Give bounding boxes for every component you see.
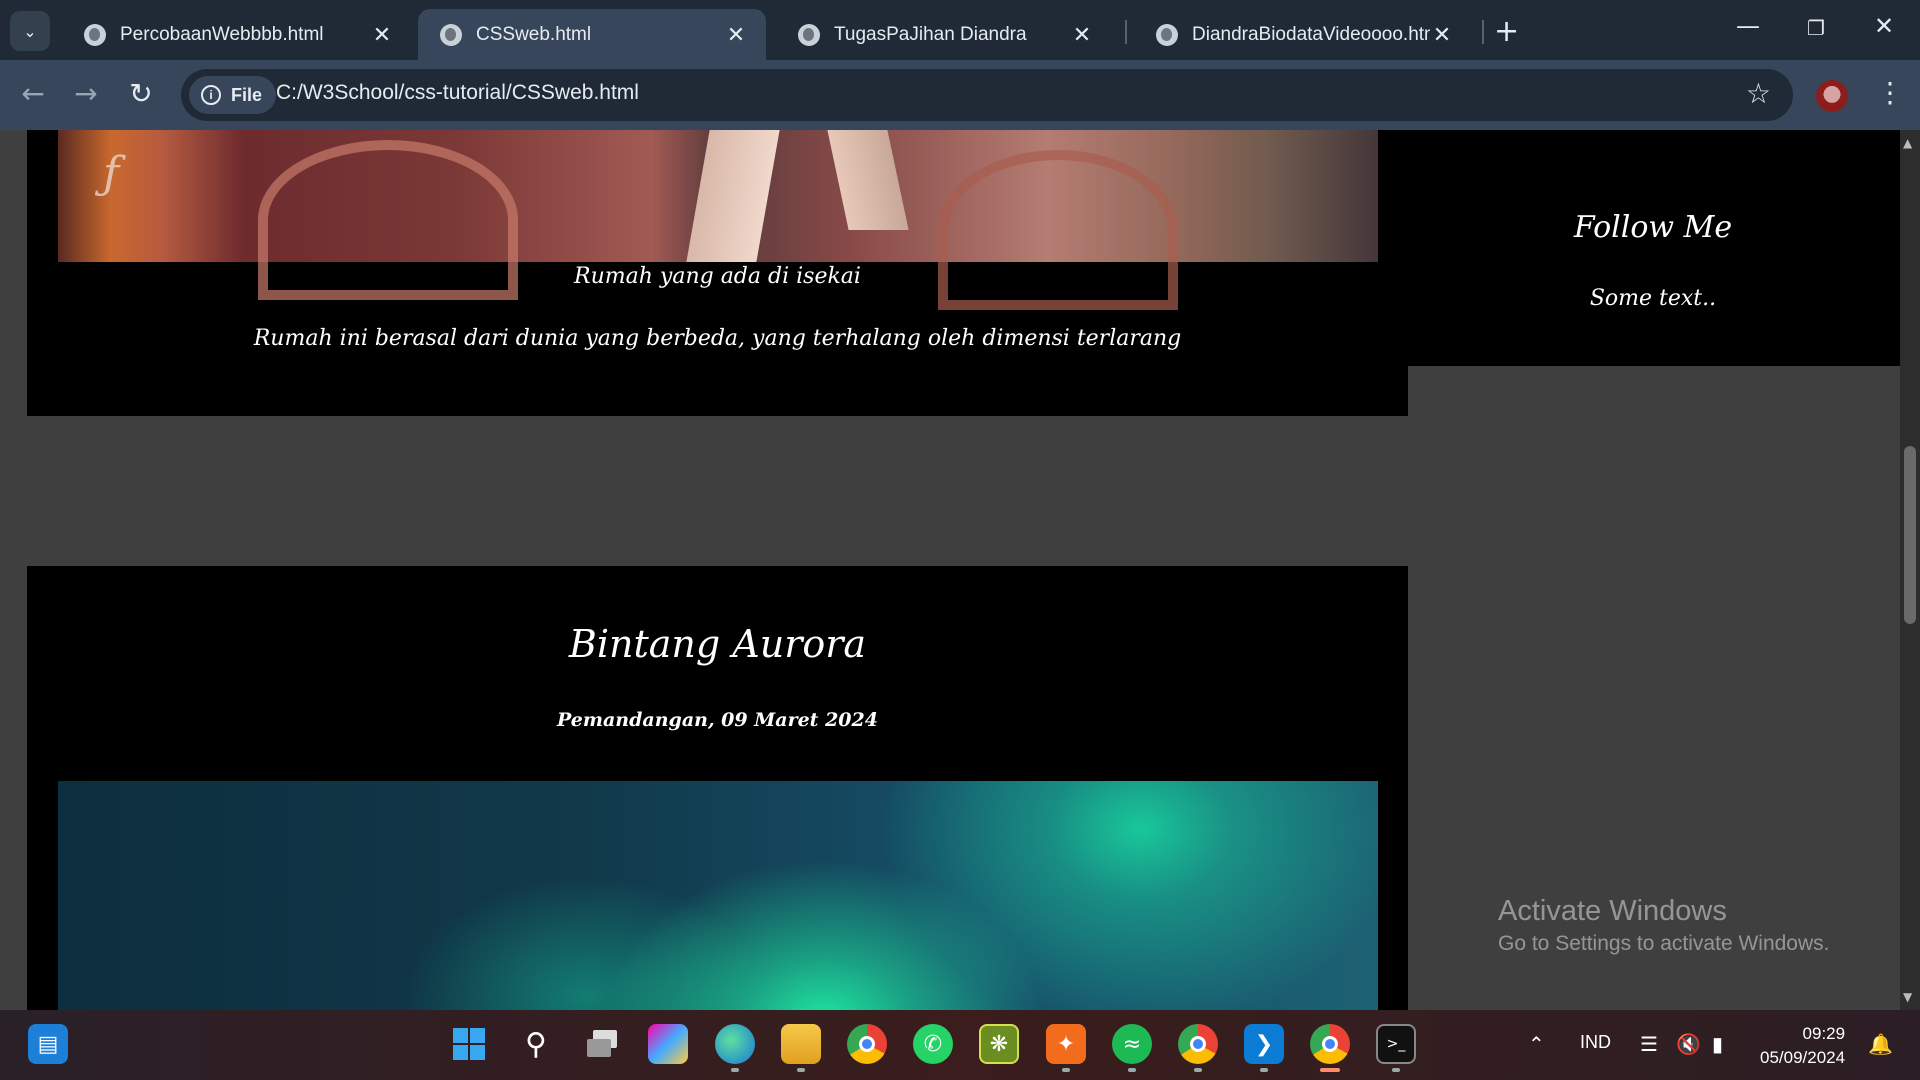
new-tab-button[interactable]: + [1494, 14, 1519, 49]
edge-icon[interactable] [715, 1024, 755, 1064]
restore-icon[interactable]: ❐ [1796, 16, 1836, 40]
chrome-icon[interactable] [847, 1024, 887, 1064]
battery-icon[interactable]: ▮ [1712, 1032, 1723, 1057]
app-icon[interactable]: ❋ [979, 1024, 1019, 1064]
tab-title: TugasPaJihan Diandra [834, 23, 1027, 45]
running-indicator [1062, 1068, 1070, 1072]
globe-icon [440, 23, 462, 46]
more-menu-icon[interactable]: ⋮ [1876, 76, 1904, 109]
chrome-active-icon[interactable] [1310, 1024, 1350, 1064]
vscode-icon[interactable]: ❯ [1244, 1024, 1284, 1064]
minimize-icon[interactable]: — [1728, 12, 1768, 40]
running-indicator [1194, 1068, 1202, 1072]
follow-me-box: Follow Me Some text.. [1438, 142, 1868, 365]
artist-signature-icon: ƒ [103, 148, 120, 199]
figure-shape [827, 130, 909, 230]
site-info-chip[interactable]: i File [189, 76, 277, 114]
close-icon[interactable]: ✕ [724, 22, 748, 48]
taskbar: ▤ ⚲ ✆ ❋ ✦ ≈ ❯ >_ ⌃ IND ☰ 🔇 ▮ 09:29 05/09… [0, 1010, 1920, 1080]
browser-toolbar: ← → ↻ i File C:/W3School/css-tutorial/CS… [0, 60, 1920, 130]
tab-biodata[interactable]: DiandraBiodataVideoooo.html ✕ [1134, 9, 1472, 60]
address-bar[interactable]: i File C:/W3School/css-tutorial/CSSweb.h… [181, 69, 1793, 121]
watermark-subtitle: Go to Settings to activate Windows. [1498, 932, 1830, 955]
search-icon[interactable]: ⚲ [516, 1024, 556, 1064]
terminal-icon[interactable]: >_ [1376, 1024, 1416, 1064]
follow-text: Some text.. [1589, 286, 1717, 311]
tab-search-button[interactable]: ⌄ [10, 11, 50, 51]
info-icon: i [201, 85, 221, 105]
back-icon[interactable]: ← [15, 77, 51, 110]
house-image: ƒ [58, 130, 1378, 310]
bookmark-star-icon[interactable]: ☆ [1746, 77, 1771, 110]
close-icon[interactable]: ✕ [1070, 22, 1094, 48]
article-date: Pemandangan, 09 Maret 2024 [557, 709, 878, 731]
spotify-icon[interactable]: ≈ [1112, 1024, 1152, 1064]
running-indicator [1260, 1068, 1268, 1072]
scroll-up-icon[interactable]: ▲ [1903, 136, 1912, 150]
volume-muted-icon[interactable]: 🔇 [1676, 1032, 1701, 1057]
file-explorer-icon[interactable] [781, 1024, 821, 1064]
clock-date: 05/09/2024 [1760, 1048, 1846, 1067]
chip-label: File [231, 84, 263, 105]
system-clock[interactable]: 09:29 05/09/2024 [1760, 1022, 1845, 1070]
close-icon[interactable]: ✕ [370, 22, 394, 48]
article-card-aurora: Bintang Aurora Pemandangan, 09 Maret 202… [27, 566, 1408, 1010]
language-indicator[interactable]: IND [1580, 1032, 1611, 1053]
tab-strip: ⌄ PercobaanWebbbb.html ✕ CSSweb.html ✕ T… [0, 0, 1920, 60]
follow-title: Follow Me [1573, 210, 1733, 245]
article-heading: Bintang Aurora [568, 622, 867, 666]
tab-separator [1125, 20, 1127, 44]
chevron-down-icon: ⌄ [23, 21, 37, 41]
tab-separator [1482, 20, 1484, 44]
tab-title: DiandraBiodataVideoooo.html [1192, 23, 1430, 45]
widgets-icon[interactable]: ▤ [28, 1024, 68, 1064]
chrome-icon[interactable] [1178, 1024, 1218, 1064]
globe-icon [84, 23, 106, 46]
scrollbar-thumb[interactable] [1904, 446, 1916, 624]
tab-percobaan[interactable]: PercobaanWebbbb.html ✕ [62, 9, 412, 60]
image-caption-text: Rumah ini berasal dari dunia yang berbed… [253, 326, 1182, 351]
running-indicator [731, 1068, 739, 1072]
running-indicator [1128, 1068, 1136, 1072]
page-scrollbar[interactable]: ▲ ▼ [1900, 130, 1920, 1010]
copilot-icon[interactable] [648, 1024, 688, 1064]
url-text[interactable]: C:/W3School/css-tutorial/CSSweb.html [276, 81, 639, 105]
clock-time: 09:29 [1802, 1024, 1846, 1043]
active-indicator [1320, 1068, 1340, 1072]
activate-windows-watermark: Activate Windows Go to Settings to activ… [1498, 895, 1830, 956]
globe-icon [1156, 23, 1178, 46]
tab-cssweb[interactable]: CSSweb.html ✕ [418, 9, 766, 60]
scroll-down-icon[interactable]: ▼ [1903, 990, 1912, 1004]
globe-icon [798, 23, 820, 46]
close-icon[interactable]: ✕ [1430, 22, 1454, 48]
task-view-icon[interactable] [582, 1024, 622, 1064]
image-caption-title: Rumah yang ada di isekai [574, 264, 861, 289]
notification-bell-icon[interactable]: 🔔 [1868, 1032, 1893, 1057]
watermark-title: Activate Windows [1498, 895, 1727, 927]
xampp-icon[interactable]: ✦ [1046, 1024, 1086, 1064]
whatsapp-icon[interactable]: ✆ [913, 1024, 953, 1064]
page-viewport: ƒ Rumah yang ada di isekai Rumah ini ber… [0, 130, 1900, 1010]
chevron-up-icon[interactable]: ⌃ [1528, 1032, 1545, 1057]
start-icon[interactable] [449, 1024, 489, 1064]
running-indicator [797, 1068, 805, 1072]
article-card-house: ƒ Rumah yang ada di isekai Rumah ini ber… [27, 130, 1408, 416]
forward-icon[interactable]: → [68, 77, 104, 110]
tab-title: CSSweb.html [476, 23, 592, 45]
running-indicator [1392, 1068, 1400, 1072]
reload-icon[interactable]: ↻ [123, 77, 159, 110]
window-close-icon[interactable]: ✕ [1864, 12, 1904, 40]
wifi-icon[interactable]: ☰ [1640, 1032, 1658, 1057]
profile-avatar[interactable] [1816, 80, 1848, 112]
tab-title: PercobaanWebbbb.html [120, 23, 324, 45]
figure-shape [686, 130, 780, 262]
aurora-image [58, 781, 1378, 1010]
tab-tugas[interactable]: TugasPaJihan Diandra ✕ [776, 9, 1112, 60]
